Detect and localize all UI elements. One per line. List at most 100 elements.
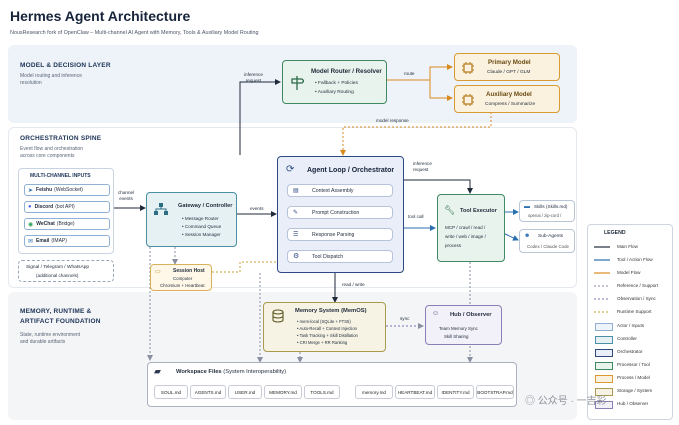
robot-icon: ☻ xyxy=(524,233,531,239)
channel-email[interactable]: ✉ Email (IMAP) xyxy=(24,235,110,247)
legend-observation: Observation / Sync xyxy=(617,296,656,301)
network-icon xyxy=(154,203,168,215)
edit-icon: ✎ xyxy=(293,210,299,216)
legend-swatch-process xyxy=(595,375,613,383)
legend-model-flow: Model Flow xyxy=(617,270,641,275)
edge-model-response xyxy=(340,112,492,156)
legend-swatch-actor xyxy=(595,323,613,331)
edge-label-inference-request-2: inference request xyxy=(413,161,432,172)
memory-item: • Task Tracking + Skill Distillation xyxy=(297,333,358,338)
gateway-item: • Message Router xyxy=(182,216,219,221)
legend-reference: Reference / Support xyxy=(617,283,659,288)
file-user[interactable]: USER.md xyxy=(228,385,262,399)
agent-loop-title: Agent Loop / Orchestrator xyxy=(307,167,395,174)
channel-feishu[interactable]: ➤ Feishu (WebSocket) xyxy=(24,184,110,196)
chip-icon xyxy=(462,94,474,106)
gateway-item: • Session Manager xyxy=(182,232,221,237)
legend-swatch-label: Hub / Observer xyxy=(617,401,649,406)
edge-label-events: events xyxy=(250,206,264,211)
subagents-box[interactable]: ☻ Sub-Agents Codex / Claude Code xyxy=(519,229,575,253)
legend-title: LEGEND xyxy=(604,230,626,236)
database-icon xyxy=(272,309,284,323)
file-identity[interactable]: IDENTITY.md xyxy=(437,385,474,399)
tool-executor-title: Tool Executor xyxy=(460,208,497,214)
edge-label-tool-call: tool call xyxy=(408,214,424,219)
document-icon: ▤ xyxy=(293,188,299,194)
legend-runtime: Runtime Support xyxy=(617,309,652,314)
legend-swatch-label: Actor / Inputs xyxy=(617,323,645,328)
gateway-item: • Command Queue xyxy=(182,224,222,229)
edge-route-primary xyxy=(387,64,453,81)
gateway-box[interactable]: Gateway / Controller • Message Router • … xyxy=(146,192,237,247)
edge-label-sync: sync xyxy=(400,316,410,321)
legend-swatch-controller xyxy=(595,336,613,344)
legend-main-flow: Main Flow xyxy=(617,244,638,249)
file-memory[interactable]: MEMORY.md xyxy=(264,385,302,399)
legend-tool-flow: Tool / Action Flow xyxy=(617,257,653,262)
auxiliary-model-box[interactable]: Auxiliary Model Compress / Summarize xyxy=(454,85,560,113)
paper-plane-icon: ➤ xyxy=(28,187,34,194)
session-host-box[interactable]: ▭ Session Host Computer Chromium + Heart… xyxy=(150,264,212,291)
primary-model-box[interactable]: Primary Model Claude / GPT / GLM xyxy=(454,53,560,81)
chip-icon xyxy=(462,62,474,74)
edge-inference-request-2 xyxy=(404,179,473,194)
wrench-icon: 🔧︎ xyxy=(444,205,456,215)
watermark: ◎ 公众号 · 一吉彩 xyxy=(525,396,607,407)
legend-swatch-label: Orchestrator xyxy=(617,349,643,354)
agent-step-prompt-construction[interactable]: ✎ Prompt Construction xyxy=(287,206,393,219)
edge-tool-subagents xyxy=(504,233,519,241)
model-router-item: • Auxiliary Routing xyxy=(315,90,354,95)
folder-icon: ▬ xyxy=(524,204,530,210)
channel-wechat[interactable]: ◉ WeChat (Bridge) xyxy=(24,218,110,230)
session-host-title: Session Host xyxy=(173,268,205,274)
legend-swatch-orchestrator xyxy=(595,349,613,357)
agent-step-tool-dispatch[interactable]: ⚙ Tool Dispatch xyxy=(287,250,393,263)
gateway-title: Gateway / Controller xyxy=(178,203,233,209)
hub-observer-title: Hub / Observer xyxy=(450,312,492,318)
agent-step-context-assembly[interactable]: ▤ Context Assembly xyxy=(287,184,393,197)
file-tools[interactable]: TOOLS.md xyxy=(304,385,340,399)
monitor-icon: ▭ xyxy=(155,269,161,275)
memory-item: • mem-local (SQLite + FTS5) xyxy=(297,319,351,324)
file-bootstrap[interactable]: BOOTSTRAP.md xyxy=(476,385,514,399)
list-icon: ☰ xyxy=(293,232,299,238)
envelope-icon: ✉ xyxy=(28,238,34,245)
auxiliary-model-title: Auxiliary Model xyxy=(486,91,532,98)
file-heartbeat[interactable]: HEARTBEAT.md xyxy=(395,385,435,399)
edge-label-inference-request: inference request xyxy=(244,72,263,83)
gear-icon: ⚙ xyxy=(293,253,300,260)
agent-step-response-parsing[interactable]: ☰ Response Parsing xyxy=(287,228,393,241)
legend-swatch-label: Process / Model xyxy=(617,375,650,380)
signpost-icon xyxy=(291,76,304,90)
file-agents[interactable]: AGENTS.md xyxy=(190,385,226,399)
model-router-title: Model Router / Resolver xyxy=(311,68,382,75)
hub-observer-box[interactable]: ☺ Hub / Observer Team Memory Sync Skill … xyxy=(425,305,502,345)
model-router-box[interactable]: Model Router / Resolver • Fallback + Pol… xyxy=(282,60,387,104)
skills-box[interactable]: ▬ Skills (Skills.md) openai / zip-cord / xyxy=(519,200,575,222)
file-memory-lower[interactable]: memory.md xyxy=(355,385,393,399)
wechat-icon: ◎ xyxy=(525,396,535,407)
refresh-icon: ⟳ xyxy=(286,164,295,175)
workspace-title: Workspace Files (System Interoperability… xyxy=(176,369,287,375)
primary-model-title: Primary Model xyxy=(488,59,531,66)
edge-label-model-response: model response xyxy=(376,118,409,123)
memory-item: • Auto-Recall + Context Injection xyxy=(297,326,358,331)
legend-swatch-label: Controller xyxy=(617,336,637,341)
chat-bubble-icon: ◉ xyxy=(28,221,34,228)
people-icon: ☺ xyxy=(432,310,440,317)
legend-swatch-label: Storage / System xyxy=(617,388,653,393)
model-router-item: • Fallback + Policies xyxy=(315,81,358,86)
channel-discord[interactable]: ● Discord (bot API) xyxy=(24,201,110,213)
primary-model-sub: Claude / GPT / GLM xyxy=(487,70,531,75)
legend-swatch-label: Processor / Tool xyxy=(617,362,650,367)
channels-title: MULTI-CHANNEL INPUTS xyxy=(30,173,91,179)
edge-label-read-write: read / write xyxy=(342,282,365,287)
edge-session-agent xyxy=(212,261,276,273)
tool-executor-box[interactable]: 🔧︎ Tool Executor MCP / crawl / read / wr… xyxy=(437,194,505,262)
edge-label-channel-events: channel events xyxy=(118,190,135,201)
additional-channels-box[interactable]: Signal / Telegram / WhatsApp (additional… xyxy=(18,260,114,282)
edge-route-auxiliary xyxy=(429,80,453,101)
memory-system-box[interactable]: Memory System (MemOS) • mem-local (SQLit… xyxy=(263,302,386,352)
memory-system-title: Memory System (MemOS) xyxy=(295,308,367,314)
file-soul[interactable]: SOUL.md xyxy=(154,385,188,399)
